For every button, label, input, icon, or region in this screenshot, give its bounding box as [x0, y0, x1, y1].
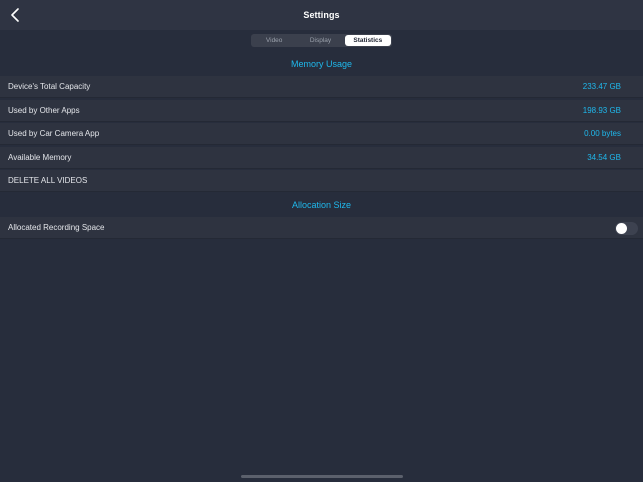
row-other-apps: Used by Other Apps 198.93 GB [0, 100, 643, 122]
delete-all-videos-label: DELETE ALL VIDEOS [8, 176, 88, 185]
row-label: Allocated Recording Space [8, 223, 105, 232]
row-total-capacity: Device's Total Capacity 233.47 GB [0, 76, 643, 98]
row-value: 0.00 bytes [584, 129, 621, 138]
row-label: Used by Car Camera App [8, 129, 100, 138]
page-title: Settings [303, 10, 340, 20]
memory-usage-header: Memory Usage [290, 59, 353, 69]
row-label: Device's Total Capacity [8, 82, 91, 91]
row-value: 233.47 GB [582, 82, 621, 91]
row-value: 198.93 GB [582, 106, 621, 115]
tab-statistics[interactable]: Statistics [344, 35, 391, 46]
navigation-bar: Settings [0, 0, 643, 30]
tab-display[interactable]: Display [297, 34, 343, 47]
allocation-size-header: Allocation Size [291, 200, 352, 210]
row-allocated-recording-space: Allocated Recording Space [0, 217, 643, 239]
home-indicator [241, 475, 403, 478]
row-value: 34.54 GB [587, 153, 621, 162]
row-car-camera-app: Used by Car Camera App 0.00 bytes [0, 123, 643, 145]
tab-bar: Video Display Statistics [251, 34, 392, 47]
toggle-knob [616, 223, 627, 234]
row-label: Available Memory [8, 153, 72, 162]
tab-video[interactable]: Video [251, 34, 297, 47]
allocated-space-toggle[interactable] [615, 222, 638, 235]
row-available-memory: Available Memory 34.54 GB [0, 147, 643, 169]
row-label: Used by Other Apps [8, 106, 80, 115]
delete-all-videos-button[interactable]: DELETE ALL VIDEOS [0, 170, 643, 192]
